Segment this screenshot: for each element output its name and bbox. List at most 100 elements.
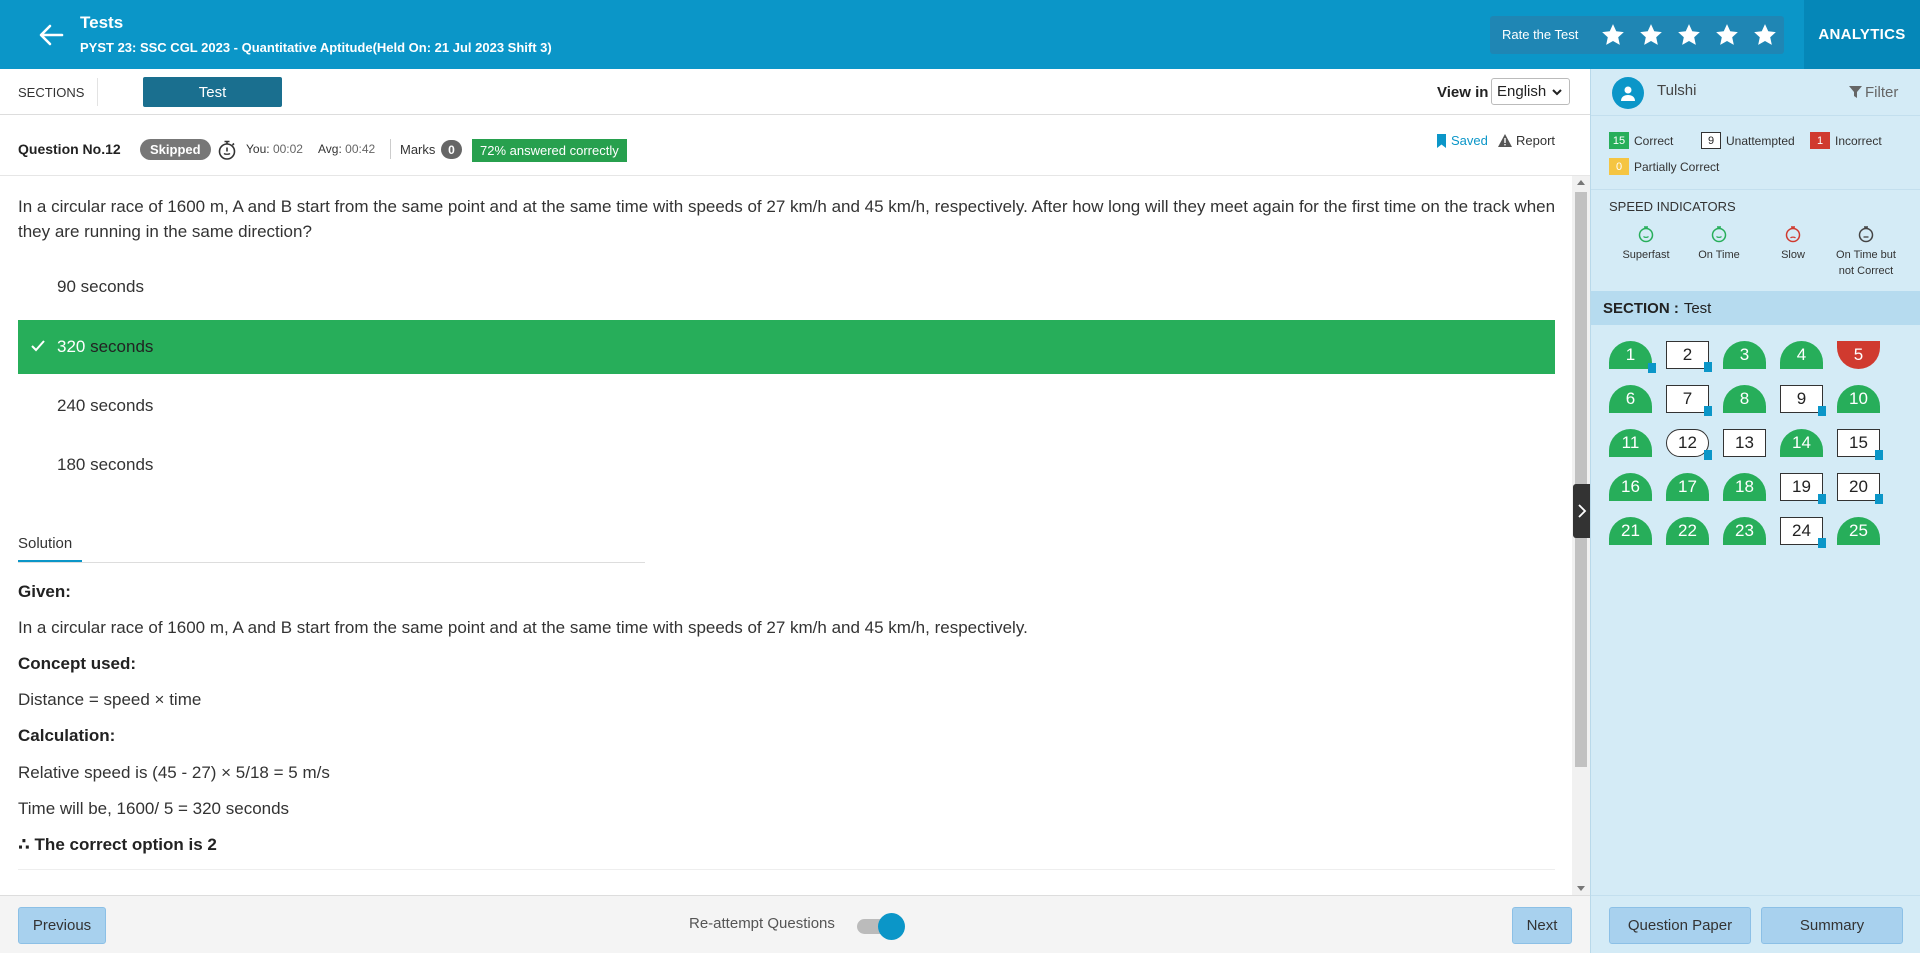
given-heading: Given: (18, 582, 71, 601)
previous-button[interactable]: Previous (18, 907, 106, 944)
ontime-label: On Time (1698, 249, 1740, 261)
question-21-button[interactable]: 21 (1609, 517, 1652, 545)
bottom-nav: Previous Re-attempt Questions Next (0, 895, 1590, 953)
chevron-down-icon (1552, 89, 1562, 96)
section-tab-test[interactable]: Test (143, 77, 282, 107)
star-5-icon[interactable] (1746, 21, 1784, 49)
question-9-button[interactable]: 9 (1780, 385, 1826, 416)
option-1[interactable]: 90 seconds (18, 260, 1555, 314)
sections-bar: SECTIONS Test View in English (0, 69, 1590, 115)
rate-test-label: Rate the Test (1502, 27, 1579, 42)
question-number-label: 15 (1849, 433, 1868, 452)
legend-correct-label: Correct (1634, 133, 1674, 148)
question-7-button[interactable]: 7 (1666, 385, 1712, 416)
report-button[interactable]: Report (1498, 133, 1555, 148)
avatar (1612, 77, 1644, 109)
question-number-label: 21 (1621, 521, 1640, 540)
legend-correct-count: 15 (1609, 132, 1629, 149)
question-8-button[interactable]: 8 (1723, 385, 1766, 413)
question-10-button[interactable]: 10 (1837, 385, 1880, 413)
question-19-button[interactable]: 19 (1780, 473, 1826, 504)
scroll-down-arrow-icon[interactable] (1577, 886, 1585, 891)
star-2-icon[interactable] (1632, 21, 1670, 49)
scroll-up-arrow-icon[interactable] (1577, 180, 1585, 185)
question-number-label: 23 (1735, 521, 1754, 540)
question-12-button[interactable]: 12 (1666, 429, 1712, 460)
question-paper-button[interactable]: Question Paper (1609, 907, 1751, 944)
question-20-button[interactable]: 20 (1837, 473, 1883, 504)
legend-correct: 15 Correct (1609, 132, 1673, 149)
chevron-right-icon (1577, 504, 1586, 518)
option-label: 90 seconds (57, 277, 144, 296)
option-unit: seconds (85, 337, 154, 356)
star-3-icon[interactable] (1670, 21, 1708, 49)
ontime-wrong-label-2: not Correct (1838, 265, 1894, 277)
percent-correct-badge: 72% answered correctly (472, 139, 627, 162)
solution-tab[interactable]: Solution (18, 535, 72, 552)
question-17-button[interactable]: 17 (1666, 473, 1709, 501)
question-number-label: 3 (1739, 345, 1750, 364)
question-number-label: 9 (1796, 389, 1807, 408)
question-5-button[interactable]: 5 (1837, 341, 1880, 369)
question-22-button[interactable]: 22 (1666, 517, 1709, 545)
status-badge: Skipped (140, 139, 211, 160)
legend-incorrect: 1 Incorrect (1810, 132, 1882, 149)
question-2-button[interactable]: 2 (1666, 341, 1712, 372)
question-25-button[interactable]: 25 (1837, 517, 1880, 545)
concept-text: Distance = speed × time (18, 690, 202, 709)
reattempt-label: Re-attempt Questions (689, 915, 835, 932)
question-18-button[interactable]: 18 (1723, 473, 1766, 501)
bookmark-icon (1818, 406, 1826, 416)
speed-superfast: Superfast (1608, 225, 1684, 263)
question-3-button[interactable]: 3 (1723, 341, 1766, 369)
question-14-button[interactable]: 14 (1780, 429, 1823, 457)
summary-button[interactable]: Summary (1761, 907, 1903, 944)
question-24-button[interactable]: 24 (1780, 517, 1826, 548)
speed-ontime-not-correct: On Time but not Correct (1828, 225, 1904, 279)
view-in-label: View in (1437, 84, 1489, 101)
question-16-button[interactable]: 16 (1609, 473, 1652, 501)
divider (1591, 189, 1920, 190)
legend-unattempted-count: 9 (1701, 132, 1721, 149)
option-2-correct[interactable]: 320 seconds (18, 320, 1555, 374)
question-13-button[interactable]: 13 (1723, 429, 1766, 457)
toggle-knob (878, 913, 905, 940)
bookmark-icon (1704, 450, 1712, 460)
language-select[interactable]: English (1491, 78, 1570, 105)
question-15-button[interactable]: 15 (1837, 429, 1883, 460)
question-11-button[interactable]: 11 (1609, 429, 1652, 457)
calculation-line-1: Relative speed is (45 - 27) × 5/18 = 5 m… (18, 763, 330, 782)
next-button[interactable]: Next (1512, 907, 1572, 944)
section-header: SECTION : Test (1591, 291, 1920, 325)
section-name: Test (1683, 299, 1712, 317)
question-23-button[interactable]: 23 (1723, 517, 1766, 545)
question-number-label: 6 (1625, 389, 1636, 408)
analytics-button[interactable]: ANALYTICS (1804, 0, 1920, 69)
question-1-button[interactable]: 1 (1609, 341, 1656, 373)
option-4[interactable]: 180 seconds (18, 438, 1555, 492)
star-1-icon[interactable] (1594, 21, 1632, 49)
divider (97, 78, 98, 106)
calculation-line-2: Time will be, 1600/ 5 = 320 seconds (18, 799, 290, 818)
question-6-button[interactable]: 6 (1609, 385, 1652, 413)
speed-slow: Slow (1755, 225, 1831, 263)
language-value: English (1497, 83, 1547, 100)
collapse-panel-button[interactable] (1573, 484, 1590, 538)
stopwatch-icon (216, 139, 238, 166)
question-number-label: 17 (1678, 477, 1697, 496)
star-4-icon[interactable] (1708, 21, 1746, 49)
saved-button[interactable]: Saved (1436, 133, 1488, 148)
back-arrow-icon[interactable] (34, 18, 68, 52)
scrollbar-thumb[interactable] (1575, 192, 1587, 767)
warning-icon (1498, 134, 1512, 147)
option-3[interactable]: 240 seconds (18, 379, 1555, 433)
avg-time-value: 00:42 (345, 142, 376, 156)
question-number-label: 18 (1735, 477, 1754, 496)
user-icon (1621, 86, 1635, 101)
sections-label: SECTIONS (18, 85, 85, 100)
legend-unattempted: 9 Unattempted (1701, 132, 1795, 149)
reattempt-toggle[interactable] (856, 912, 906, 940)
question-4-button[interactable]: 4 (1780, 341, 1823, 369)
filter-button[interactable]: Filter (1849, 84, 1898, 101)
question-number-label: 24 (1792, 521, 1811, 540)
